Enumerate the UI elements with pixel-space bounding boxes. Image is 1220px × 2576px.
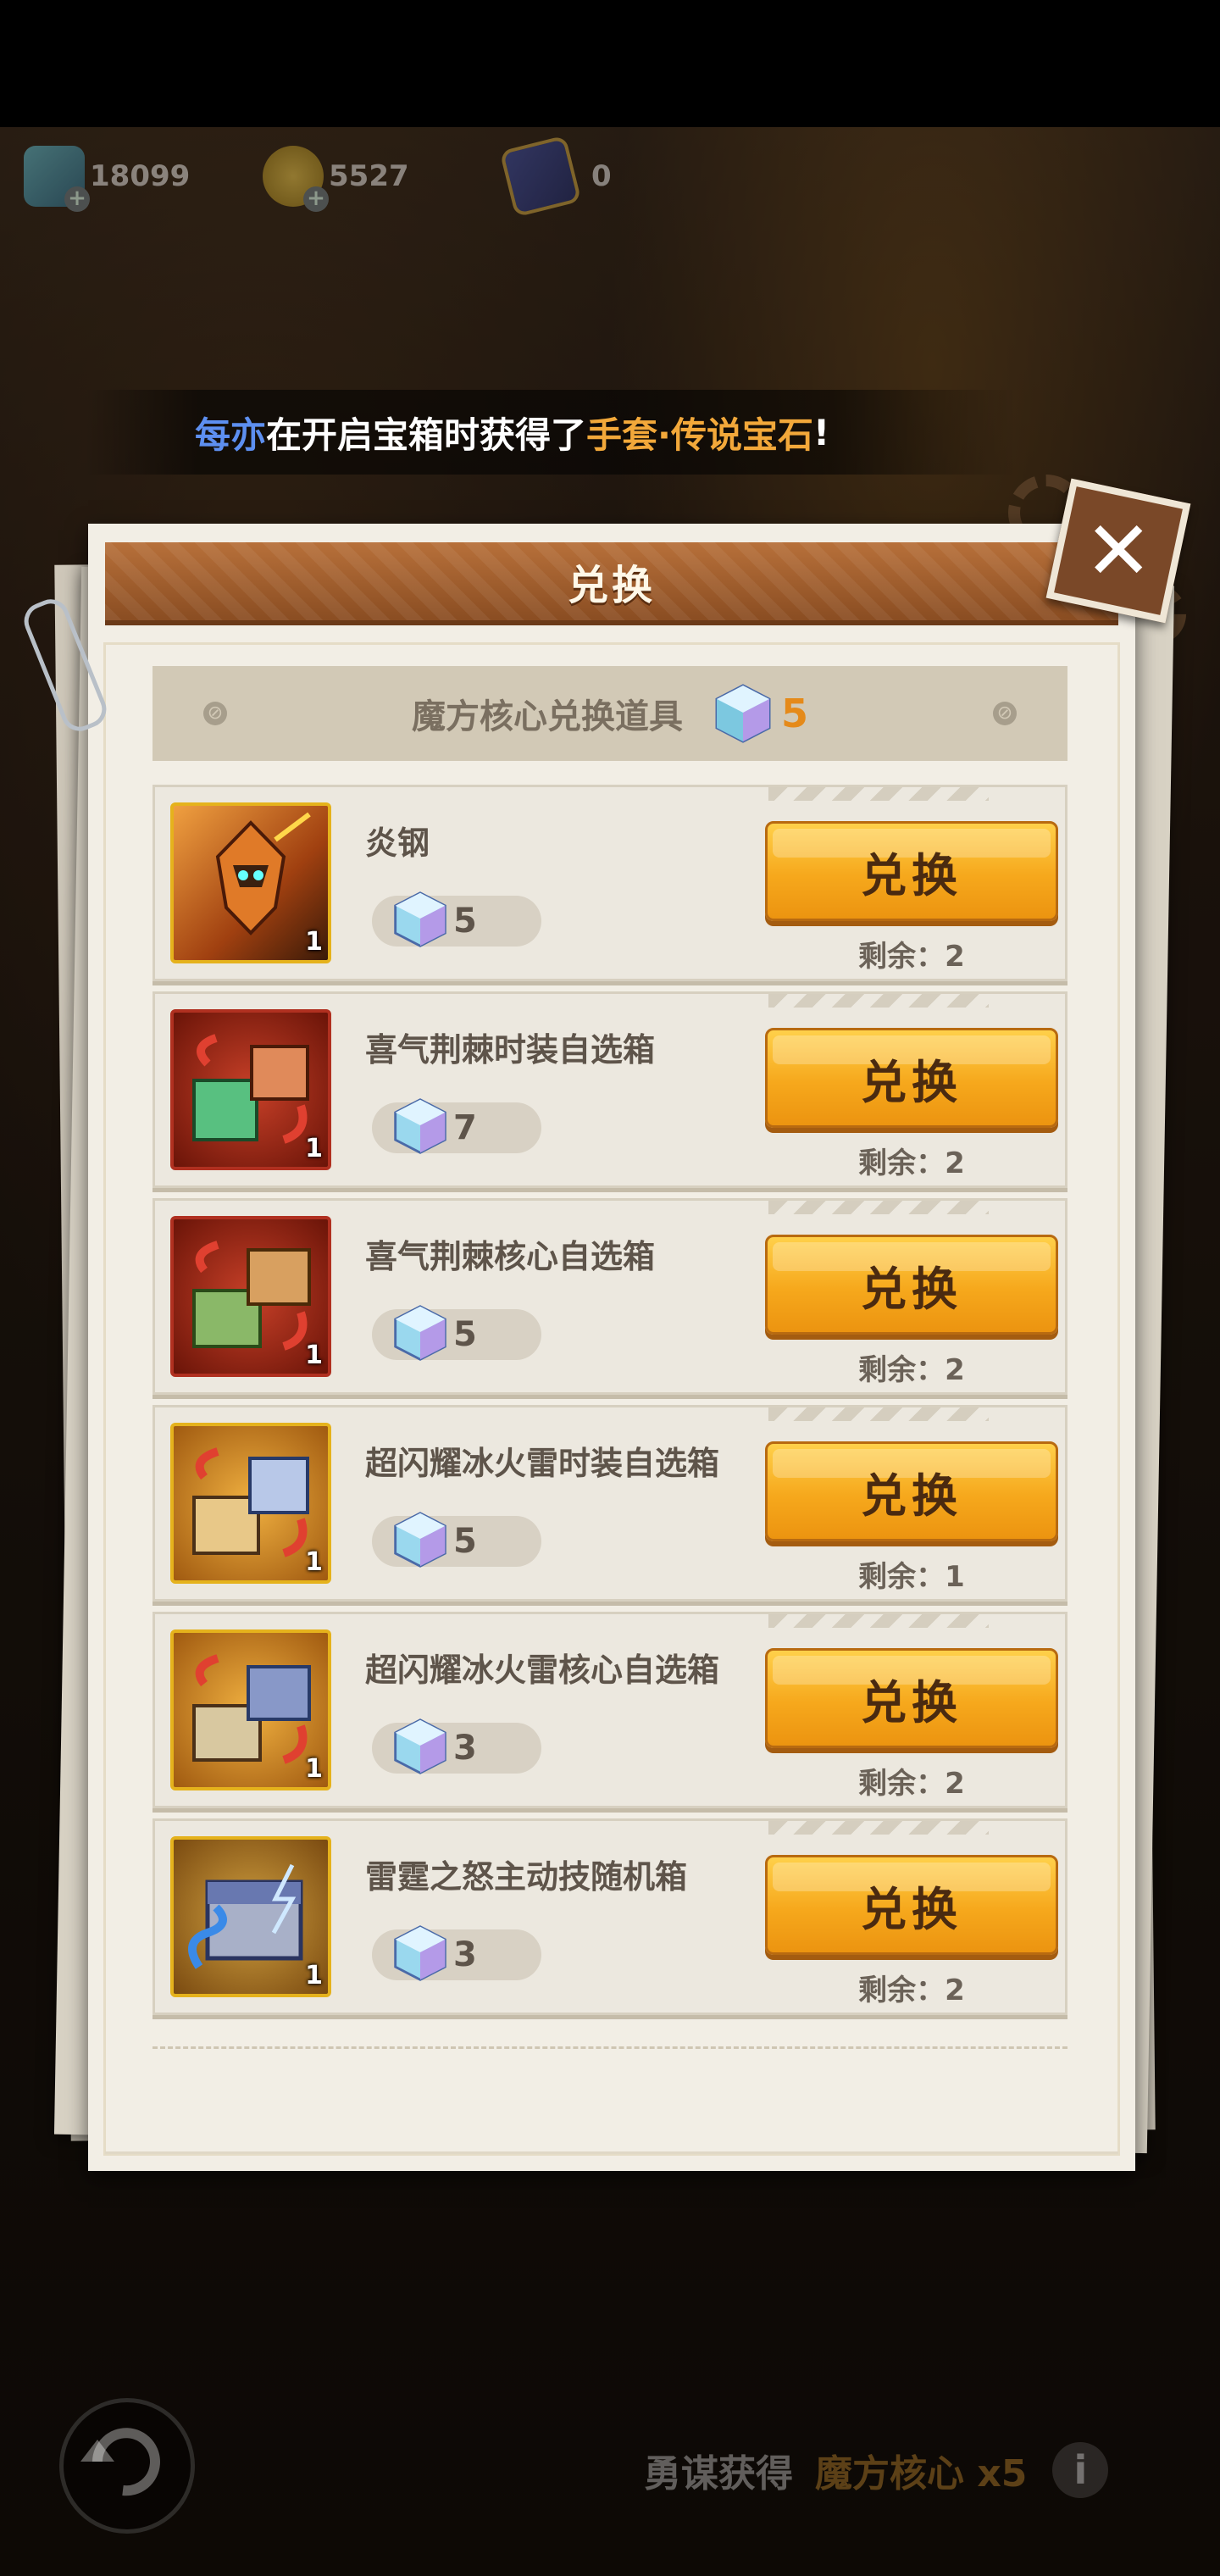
divider bbox=[105, 2151, 1118, 2154]
item-name: 超闪耀冰火雷核心自选箱 bbox=[365, 1652, 720, 1689]
status-bar bbox=[0, 0, 1220, 127]
currency-coin[interactable]: + 5527 bbox=[263, 142, 409, 212]
currency-ticket[interactable]: 0 bbox=[499, 135, 612, 218]
magic-cube-icon bbox=[394, 1305, 446, 1361]
exchange-row: 1 雷霆之怒主动技随机箱 3 兑换 剩余：2 bbox=[152, 1818, 1068, 2015]
bolt-icon: ⊘ bbox=[203, 702, 227, 725]
item-name: 喜气荆棘时装自选箱 bbox=[365, 1031, 656, 1069]
diamond-value: 18099 bbox=[90, 159, 191, 193]
header-count: 5 bbox=[780, 691, 808, 736]
magic-cube-icon bbox=[394, 891, 446, 947]
gift-box-icon[interactable]: 1 bbox=[170, 1009, 331, 1170]
thunder-chest-icon[interactable]: 1 bbox=[170, 1836, 331, 1997]
gift-box-icon[interactable]: 1 bbox=[170, 1423, 331, 1584]
item-name: 雷霆之怒主动技随机箱 bbox=[365, 1858, 688, 1896]
item-cost: 3 bbox=[372, 1925, 541, 1981]
magic-cube-icon bbox=[394, 1512, 446, 1568]
exchange-button[interactable]: 兑换 bbox=[765, 1028, 1058, 1128]
remaining-count: 剩余：2 bbox=[858, 1146, 965, 1180]
item-name: 超闪耀冰火雷时装自选箱 bbox=[365, 1445, 720, 1482]
notice-text: 在开启宝箱时获得了 bbox=[266, 414, 587, 456]
coin-icon: + bbox=[263, 146, 329, 212]
item-cost: 5 bbox=[372, 891, 541, 947]
back-button[interactable] bbox=[59, 2398, 195, 2534]
exchange-row: 1 炎钢 5 兑换 剩余：2 bbox=[152, 785, 1068, 981]
exchange-button[interactable]: 兑换 bbox=[765, 1235, 1058, 1335]
exchange-row: 1 喜气荆棘核心自选箱 5 兑换 剩余：2 bbox=[152, 1198, 1068, 1395]
item-cost: 5 bbox=[372, 1512, 541, 1568]
exchange-button[interactable]: 兑换 bbox=[765, 1441, 1058, 1541]
remaining-count: 剩余：2 bbox=[858, 1353, 965, 1387]
exchange-dialog: 兑换 ⊘ 魔方核心兑换道具 5 ⊘ 1 炎钢 5 兑换 剩余：2 1 喜气荆棘时… bbox=[88, 524, 1135, 2171]
remaining-count: 剩余：2 bbox=[858, 940, 965, 974]
diamond-icon: + bbox=[24, 146, 90, 212]
info-icon[interactable]: i bbox=[1052, 2442, 1109, 2498]
notice-player: 每亦 bbox=[195, 414, 267, 456]
exchange-button[interactable]: 兑换 bbox=[765, 1855, 1058, 1955]
plus-icon[interactable]: + bbox=[64, 186, 90, 212]
back-arrow-icon bbox=[80, 2428, 160, 2496]
exchange-button[interactable]: 兑换 bbox=[765, 821, 1058, 921]
currency-diamond[interactable]: + 18099 bbox=[24, 142, 191, 212]
exchange-row: 1 喜气荆棘时装自选箱 7 兑换 剩余：2 bbox=[152, 991, 1068, 1188]
close-button[interactable]: ✕ bbox=[1045, 478, 1191, 624]
divider bbox=[152, 2046, 1068, 2049]
ticket-value: 0 bbox=[591, 159, 612, 193]
notice-end: ! bbox=[813, 411, 830, 453]
item-cost: 5 bbox=[372, 1305, 541, 1361]
plus-icon[interactable]: + bbox=[303, 186, 329, 212]
header-label: 魔方核心兑换道具 bbox=[411, 697, 683, 736]
mecha-icon[interactable]: 1 bbox=[170, 802, 331, 963]
coin-value: 5527 bbox=[329, 159, 409, 193]
magic-cube-icon bbox=[394, 1098, 446, 1154]
item-cost: 3 bbox=[372, 1718, 541, 1774]
broadcast-notice: 每亦 在开启宝箱时获得了 手套·传说宝石! bbox=[85, 390, 1017, 475]
exchange-button[interactable]: 兑换 bbox=[765, 1648, 1058, 1748]
remaining-count: 剩余：1 bbox=[858, 1560, 965, 1594]
reward-footer: 勇谋获得 魔方核心 x5 i bbox=[644, 2432, 1109, 2508]
bolt-icon: ⊘ bbox=[993, 702, 1017, 725]
currency-header: ⊘ 魔方核心兑换道具 5 ⊘ bbox=[152, 666, 1068, 761]
gain-item: 魔方核心 x5 bbox=[815, 2452, 1028, 2496]
magic-cube-icon bbox=[715, 684, 771, 743]
close-icon: ✕ bbox=[1084, 503, 1153, 598]
core-box-icon[interactable]: 1 bbox=[170, 1629, 331, 1790]
notice-item: 手套·传说宝石 bbox=[586, 414, 813, 456]
ticket-card-icon bbox=[499, 135, 582, 218]
exchange-row: 1 超闪耀冰火雷核心自选箱 3 兑换 剩余：2 bbox=[152, 1612, 1068, 1808]
remaining-count: 剩余：2 bbox=[858, 1767, 965, 1801]
magic-cube-icon bbox=[394, 1718, 446, 1774]
dialog-title: 兑换 bbox=[567, 562, 656, 609]
item-name: 喜气荆棘核心自选箱 bbox=[365, 1238, 656, 1275]
dialog-title-bar: 兑换 bbox=[105, 542, 1118, 625]
item-name: 炎钢 bbox=[365, 824, 430, 862]
exchange-row: 1 超闪耀冰火雷时装自选箱 5 兑换 剩余：1 bbox=[152, 1405, 1068, 1602]
core-box-icon[interactable]: 1 bbox=[170, 1216, 331, 1377]
gain-label: 勇谋获得 bbox=[644, 2452, 793, 2496]
magic-cube-icon bbox=[394, 1925, 446, 1981]
item-cost: 7 bbox=[372, 1098, 541, 1154]
remaining-count: 剩余：2 bbox=[858, 1974, 965, 2007]
